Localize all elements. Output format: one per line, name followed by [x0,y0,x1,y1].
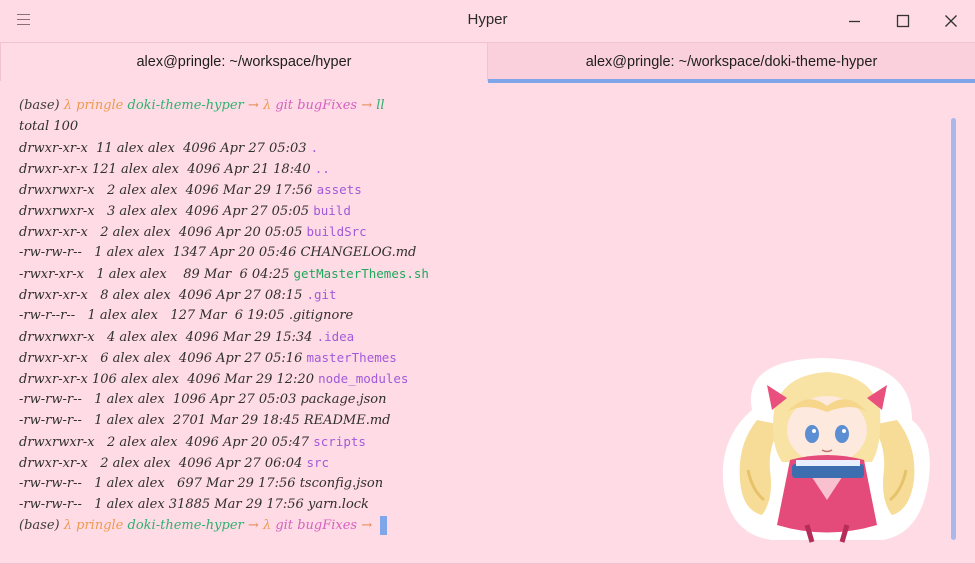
file-meta: drwxr-xr-x 2 alex alex 4096 Apr 20 05:05 [19,225,307,240]
file-name: assets [316,182,362,197]
listing-row: drwxrwxr-x 2 alex alex 4096 Apr 20 05:47… [19,431,739,452]
prompt-arrow: → [361,98,373,113]
file-name: package.json [300,392,387,407]
terminal-output[interactable]: (base) λ pringle doki-theme-hyper → λ gi… [19,95,739,536]
file-meta: -rw-rw-r-- 1 alex alex 1096 Apr 27 05:03 [19,392,301,407]
prompt-lambda: λ [262,518,272,533]
listing-row: drwxr-xr-x 11 alex alex 4096 Apr 27 05:0… [19,137,739,158]
file-meta: drwxr-xr-x 11 alex alex 4096 Apr 27 05:0… [19,141,311,156]
listing-row: -rw-r--r-- 1 alex alex 127 Mar 6 19:05 .… [19,305,739,326]
prompt-host: pringle [76,98,124,113]
prompt-branch: bugFixes [297,518,358,533]
file-meta: drwxr-xr-x 121 alex alex 4096 Apr 21 18:… [19,162,315,177]
terminal-cursor [380,516,388,535]
listing-row: drwxrwxr-x 3 alex alex 4096 Apr 27 05:05… [19,200,739,221]
tab-border [0,43,488,81]
file-name: . [310,140,319,155]
listing-row: drwxr-xr-x 106 alex alex 4096 Mar 29 12:… [19,368,739,389]
listing-row: -rwxr-xr-x 1 alex alex 89 Mar 6 04:25 ge… [19,263,739,284]
file-meta: drwxr-xr-x 8 alex alex 4096 Apr 27 08:15 [19,288,307,303]
prompt-line: (base) λ pringle doki-theme-hyper → λ gi… [19,95,739,116]
maximize-icon[interactable] [892,10,914,32]
file-name: buildSrc [306,224,367,239]
prompt-arrow: → [247,518,259,533]
listing-row: drwxr-xr-x 6 alex alex 4096 Apr 27 05:16… [19,347,739,368]
file-name: CHANGELOG.md [300,245,417,260]
file-name: src [306,455,330,470]
tab-hyper[interactable]: alex@pringle: ~/workspace/hyper [0,43,488,81]
file-meta: drwxrwxr-x 2 alex alex 4096 Apr 20 05:47 [19,435,314,450]
mascot-sticker [722,358,930,543]
tab-label: alex@pringle: ~/workspace/doki-theme-hyp… [585,54,878,70]
listing-row: -rw-rw-r-- 1 alex alex 697 Mar 29 17:56 … [19,473,739,494]
file-name: .. [314,161,330,176]
file-name: yarn.lock [307,497,369,512]
prompt-vcs: git [275,518,294,533]
file-meta: drwxrwxr-x 3 alex alex 4096 Apr 27 05:05 [19,204,314,219]
file-meta: -rw-rw-r-- 1 alex alex 1347 Apr 20 05:46 [19,245,301,260]
window-title: Hyper [467,11,508,28]
listing-row: drwxr-xr-x 8 alex alex 4096 Apr 27 08:15… [19,284,739,305]
listing-row: drwxr-xr-x 2 alex alex 4096 Apr 20 05:05… [19,221,739,242]
file-meta: -rw-r--r-- 1 alex alex 127 Mar 6 19:05 [19,308,289,323]
file-meta: drwxr-xr-x 106 alex alex 4096 Mar 29 12:… [19,372,319,387]
file-name: build [313,203,351,218]
file-name: scripts [313,434,366,449]
file-meta: drwxrwxr-x 2 alex alex 4096 Mar 29 17:56 [19,183,317,198]
listing-row: -rw-rw-r-- 1 alex alex 1096 Apr 27 05:03… [19,389,739,410]
prompt-arrow: → [247,98,259,113]
file-name: getMasterThemes.sh [293,266,429,281]
file-meta: -rwxr-xr-x 1 alex alex 89 Mar 6 04:25 [19,267,294,282]
prompt-lambda: λ [63,98,72,113]
prompt-dir: doki-theme-hyper [127,98,244,113]
prompt-vcs: git [275,98,294,113]
file-name: node_modules [318,371,409,386]
title-bar: Hyper [0,0,975,42]
listing-row: drwxrwxr-x 4 alex alex 4096 Mar 29 15:34… [19,326,739,347]
prompt-branch: bugFixes [297,98,358,113]
file-meta: drwxr-xr-x 6 alex alex 4096 Apr 27 05:16 [19,351,307,366]
listing-row: drwxrwxr-x 2 alex alex 4096 Mar 29 17:56… [19,179,739,200]
conda-env: (base) [19,518,60,533]
listing-row: -rw-rw-r-- 1 alex alex 2701 Mar 29 18:45… [19,410,739,431]
file-meta: drwxr-xr-x 2 alex alex 4096 Apr 27 06:04 [19,456,307,471]
conda-env: (base) [19,98,60,113]
listing-row: drwxr-xr-x 2 alex alex 4096 Apr 27 06:04… [19,452,739,473]
tab-doki-theme-hyper[interactable]: alex@pringle: ~/workspace/doki-theme-hyp… [488,43,975,83]
close-icon[interactable] [940,10,962,32]
listing-row: -rw-rw-r-- 1 alex alex 31885 Mar 29 17:5… [19,494,739,515]
file-name: README.md [303,413,391,428]
prompt-lambda: λ [262,98,272,113]
listing-row: drwxr-xr-x 121 alex alex 4096 Apr 21 18:… [19,158,739,179]
listing-row: -rw-rw-r-- 1 alex alex 1347 Apr 20 05:46… [19,242,739,263]
scrollbar[interactable] [951,118,956,540]
file-name: .idea [316,329,355,344]
minimize-icon[interactable] [843,10,865,32]
file-meta: -rw-rw-r-- 1 alex alex 697 Mar 29 17:56 [19,476,300,491]
file-name: tsconfig.json [299,476,384,491]
listing-total: total 100 [19,119,79,134]
prompt-lambda: λ [63,518,72,533]
file-name: masterThemes [306,350,397,365]
listing-rows: drwxr-xr-x 11 alex alex 4096 Apr 27 05:0… [19,137,739,515]
prompt-arrow: → [361,518,373,533]
prompt-dir: doki-theme-hyper [127,518,244,533]
file-name: .git [306,287,337,302]
file-meta: -rw-rw-r-- 1 alex alex 31885 Mar 29 17:5… [19,497,308,512]
file-meta: -rw-rw-r-- 1 alex alex 2701 Mar 29 18:45 [19,413,304,428]
file-meta: drwxrwxr-x 4 alex alex 4096 Mar 29 15:34 [19,330,317,345]
prompt-host: pringle [76,518,124,533]
tab-bar: alex@pringle: ~/workspace/hyper alex@pri… [0,42,975,83]
prompt-command: ll [376,98,385,113]
prompt-line-current: (base) λ pringle doki-theme-hyper → λ gi… [19,515,739,536]
file-name: .gitignore [288,308,354,323]
